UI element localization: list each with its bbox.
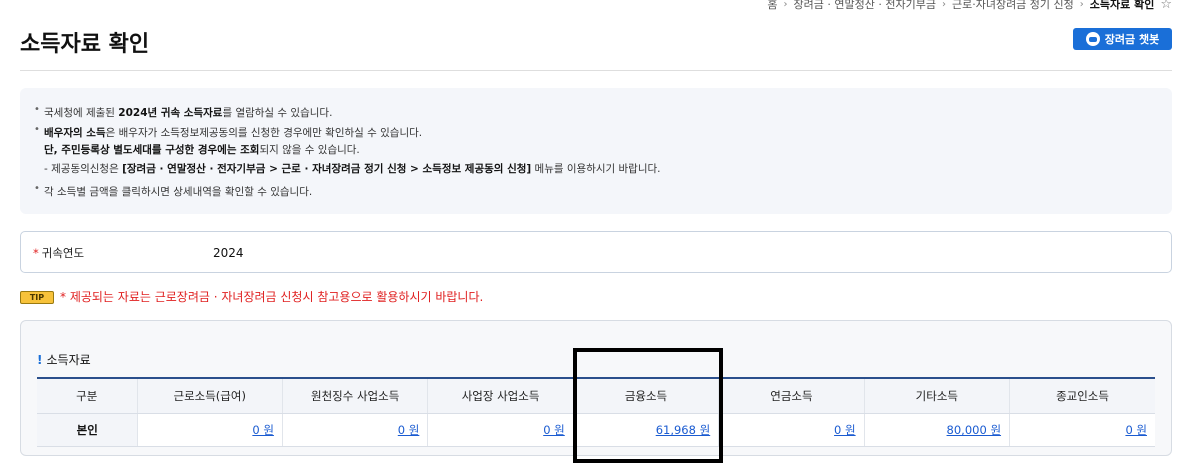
business-income-link[interactable]: 0 원 xyxy=(543,423,565,437)
year-field-label: * 귀속연도 xyxy=(33,245,84,261)
year-label-text: 귀속연도 xyxy=(41,246,85,260)
notice-line: 단, 주민등록상 별도세대를 구성한 경우에는 조회되지 않을 수 있습니다. xyxy=(34,142,360,157)
tip-badge: TIP xyxy=(20,291,54,304)
column-header: 종교인소득 xyxy=(1009,378,1155,414)
chatbot-icon xyxy=(1085,32,1100,46)
year-field: * 귀속연도 2024 xyxy=(20,231,1172,273)
bullet-icon: • xyxy=(34,183,40,194)
notice-text: 각 소득별 금액을 클릭하시면 상세내역을 확인할 수 있습니다. xyxy=(44,186,313,198)
column-header: 금융소득 xyxy=(573,378,720,414)
required-mark: * xyxy=(33,246,39,260)
financial-income-link[interactable]: 61,968 원 xyxy=(656,423,710,437)
table-cell: 0 원 xyxy=(718,413,865,447)
notice-text: 메뉴를 이용하시기 바랍니다. xyxy=(531,163,661,175)
year-value: 2024 xyxy=(213,246,244,260)
notice-text: 국세청에 제출된 xyxy=(44,107,119,119)
notice-line: - 제공동의신청은 [장려금 · 연말정산 · 전자기부금 > 근로 · 자녀장… xyxy=(44,161,661,176)
chevron-right-icon: › xyxy=(941,0,946,10)
notice-text: 되지 않을 수 있습니다. xyxy=(259,144,360,156)
table-cell: 80,000 원 xyxy=(864,413,1011,447)
breadcrumb-current: 소득자료 확인 xyxy=(1089,0,1155,11)
notice-emphasis: 단, 주민등록상 별도세대를 구성한 경우에는 조회 xyxy=(44,144,260,156)
star-icon[interactable]: ☆ xyxy=(1160,0,1172,12)
pension-income-link[interactable]: 0 원 xyxy=(834,423,856,437)
breadcrumb-incentive[interactable]: 근로·자녀장려금 정기 신청 xyxy=(952,0,1074,12)
breadcrumb-yearend[interactable]: 장려금 · 연말정산 · 전자기부금 xyxy=(794,0,936,12)
title-divider xyxy=(20,70,1172,71)
column-header: 원천징수 사업소득 xyxy=(282,378,429,414)
notice-emphasis: 배우자의 소득 xyxy=(44,127,106,139)
breadcrumb-home[interactable]: 홈 xyxy=(767,0,777,12)
income-card: ! 소득자료 구분 근로소득(급여) 원천징수 사업소득 사업장 사업소득 금융소… xyxy=(20,320,1172,456)
column-header: 구분 xyxy=(37,378,138,414)
breadcrumb: 홈 › 장려금 · 연말정산 · 전자기부금 › 근로·자녀장려금 정기 신청 … xyxy=(767,0,1172,14)
notice-emphasis: 2024년 귀속 소득자료 xyxy=(118,107,223,119)
tip-text: * 제공되는 자료는 근로장려금 · 자녀장려금 신청시 참고용으로 활용하시기… xyxy=(60,290,484,304)
table-cell: 0 원 xyxy=(1009,413,1155,447)
notice-line: • 국세청에 제출된 2024년 귀속 소득자료를 열람하실 수 있습니다. xyxy=(34,104,333,120)
notice-line: • 각 소득별 금액을 클릭하시면 상세내역을 확인할 수 있습니다. xyxy=(34,183,313,199)
notice-emphasis: [장려금 · 연말정산 · 전자기부금 > 근로 · 자녀장려금 정기 신청 >… xyxy=(122,163,532,175)
notice-box: • 국세청에 제출된 2024년 귀속 소득자료를 열람하실 수 있습니다. •… xyxy=(20,88,1172,214)
column-header: 사업장 사업소득 xyxy=(427,378,574,414)
income-section-title: ! 소득자료 xyxy=(37,351,91,368)
income-table: 구분 근로소득(급여) 원천징수 사업소득 사업장 사업소득 금융소득 연금소득… xyxy=(37,377,1155,447)
income-title-text: 소득자료 xyxy=(46,353,91,367)
chatbot-button[interactable]: 장려금 챗봇 xyxy=(1073,28,1172,50)
column-header: 기타소득 xyxy=(864,378,1011,414)
table-cell: 0 원 xyxy=(282,413,429,447)
other-income-link[interactable]: 80,000 원 xyxy=(947,423,1001,437)
chevron-right-icon: › xyxy=(783,0,788,10)
table-cell: 0 원 xyxy=(427,413,574,447)
notice-text: 은 배우자가 소득정보제공동의를 신청한 경우에만 확인하실 수 있습니다. xyxy=(105,127,423,139)
notice-line: • 배우자의 소득은 배우자가 소득정보제공동의를 신청한 경우에만 확인하실 … xyxy=(34,124,423,140)
notice-text: - 제공동의신청은 xyxy=(44,163,123,175)
table-header-row: 구분 근로소득(급여) 원천징수 사업소득 사업장 사업소득 금융소득 연금소득… xyxy=(37,378,1155,414)
bullet-icon: • xyxy=(34,124,40,135)
column-header: 근로소득(급여) xyxy=(137,378,283,414)
religious-income-link[interactable]: 0 원 xyxy=(1125,423,1147,437)
withholding-business-income-link[interactable]: 0 원 xyxy=(398,423,420,437)
page-title: 소득자료 확인 xyxy=(20,32,150,57)
table-cell: 0 원 xyxy=(137,413,283,447)
exclamation-icon: ! xyxy=(37,353,43,367)
row-label: 본인 xyxy=(37,413,138,447)
chevron-right-icon: › xyxy=(1079,0,1084,10)
column-header: 연금소득 xyxy=(718,378,865,414)
table-cell: 61,968 원 xyxy=(573,413,720,447)
earned-income-link[interactable]: 0 원 xyxy=(252,423,274,437)
notice-text: 를 열람하실 수 있습니다. xyxy=(222,107,333,119)
bullet-icon: • xyxy=(34,104,40,115)
table-row: 본인 0 원 0 원 0 원 61,968 원 0 원 80,000 원 0 원 xyxy=(37,413,1155,447)
chatbot-button-label: 장려금 챗봇 xyxy=(1104,33,1160,46)
